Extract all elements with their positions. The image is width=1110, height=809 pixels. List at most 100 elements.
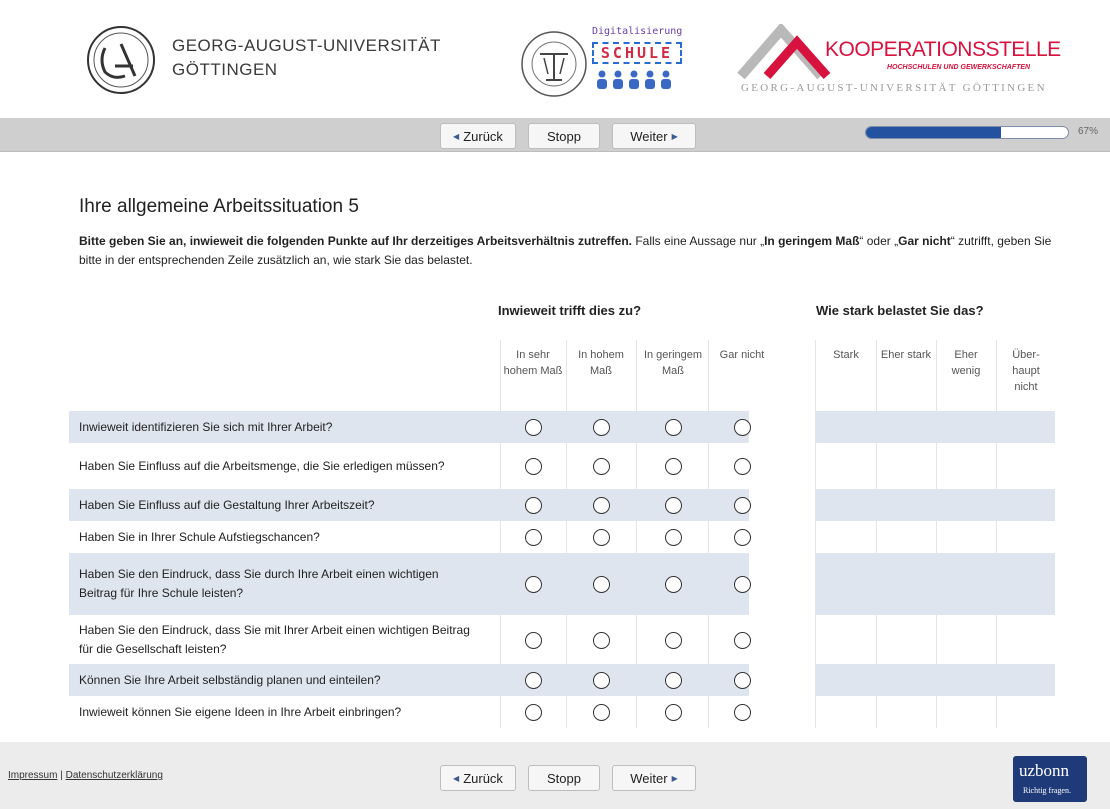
group-heading-applicability: Inwieweit trifft dies zu? bbox=[498, 303, 642, 318]
stop-button[interactable]: Stopp bbox=[528, 123, 600, 149]
answer-radio[interactable] bbox=[593, 672, 610, 689]
column-header-burden: Eher wenig bbox=[951, 349, 981, 377]
answer-radio[interactable] bbox=[665, 529, 682, 546]
footer-stop-button[interactable]: Stopp bbox=[528, 765, 600, 791]
progress-percent: 67% bbox=[1078, 126, 1099, 137]
kooperationsstelle-logo: KOOPERATIONSSTELLE HOCHSCHULEN UND GEWER… bbox=[737, 24, 1067, 104]
question-text: Inwieweit können Sie eigene Ideen in Ihr… bbox=[79, 704, 402, 719]
column-header-burden: Über-haupt nicht bbox=[1012, 349, 1040, 393]
university-name-line1: GEORG-AUGUST-UNIVERSITÄT bbox=[172, 36, 441, 55]
triangle-left-icon: ◀ bbox=[453, 131, 460, 141]
next-button[interactable]: Weiter ▶ bbox=[612, 123, 696, 149]
answer-radio[interactable] bbox=[593, 529, 610, 546]
triangle-left-icon: ◀ bbox=[453, 773, 460, 783]
answer-radio[interactable] bbox=[665, 704, 682, 721]
survey-content: Ihre allgemeine Arbeitssituation 5 Bitte… bbox=[0, 152, 1110, 742]
stop-button-label: Stopp bbox=[547, 128, 581, 144]
university-seal-logo bbox=[87, 26, 155, 94]
instructions: Bitte geben Sie an, inwieweit die folgen… bbox=[79, 232, 1069, 270]
page-title: Ihre allgemeine Arbeitssituation 5 bbox=[79, 196, 359, 217]
foundation-seal-logo bbox=[521, 31, 587, 97]
row-background bbox=[815, 411, 1055, 443]
column-header-applicability: In hohem Maß bbox=[578, 349, 624, 377]
uzbonn-logo-tagline: Richtig fragen. bbox=[1023, 786, 1071, 795]
row-background bbox=[815, 553, 1055, 615]
answer-radio[interactable] bbox=[525, 704, 542, 721]
next-button-label: Weiter bbox=[630, 128, 668, 144]
answer-radio[interactable] bbox=[593, 419, 610, 436]
answer-radio[interactable] bbox=[593, 576, 610, 593]
digital-logo-title: Digitalisierung bbox=[592, 26, 683, 37]
answer-radio[interactable] bbox=[525, 576, 542, 593]
back-button[interactable]: ◀ Zurück bbox=[440, 123, 516, 149]
column-header-applicability: In geringem Maß bbox=[643, 349, 703, 377]
question-text: Haben Sie Einfluss auf die Arbeitsmenge,… bbox=[79, 458, 445, 473]
footer-next-button[interactable]: Weiter ▶ bbox=[612, 765, 696, 791]
column-header-burden: Eher stark bbox=[880, 349, 932, 361]
answer-radio[interactable] bbox=[665, 497, 682, 514]
answer-radio[interactable] bbox=[593, 458, 610, 475]
answer-radio[interactable] bbox=[734, 631, 751, 649]
triangle-right-icon: ▶ bbox=[671, 773, 678, 783]
answer-radio[interactable] bbox=[734, 672, 751, 689]
answer-radio[interactable] bbox=[734, 576, 751, 593]
question-text: Haben Sie Einfluss auf die Gestaltung Ih… bbox=[79, 497, 375, 512]
question-text: Inwieweit identifizieren Sie sich mit Ih… bbox=[79, 419, 333, 434]
answer-radio[interactable] bbox=[734, 497, 751, 514]
answer-radio[interactable] bbox=[593, 631, 610, 649]
answer-radio[interactable] bbox=[734, 419, 751, 436]
progress-bar-fill bbox=[866, 127, 1002, 138]
privacy-link[interactable]: Datenschutzerklärung bbox=[66, 770, 163, 781]
answer-radio[interactable] bbox=[665, 631, 682, 649]
row-background bbox=[815, 489, 1055, 521]
answer-radio[interactable] bbox=[593, 497, 610, 514]
answer-radio[interactable] bbox=[525, 458, 542, 475]
question-text: Haben Sie in Ihrer Schule Aufstiegschanc… bbox=[79, 529, 320, 544]
answer-radio[interactable] bbox=[665, 576, 682, 593]
footer-separator: | bbox=[60, 770, 63, 781]
digital-logo-word: SCHULE bbox=[592, 42, 682, 64]
answer-radio[interactable] bbox=[734, 458, 751, 475]
koop-title: KOOPERATIONSSTELLE bbox=[825, 38, 1061, 61]
group-heading-burden: Wie stark belastet Sie das? bbox=[816, 303, 984, 318]
instructions-bold: Bitte geben Sie an, inwieweit die folgen… bbox=[79, 234, 632, 248]
footer-back-button[interactable]: ◀ Zurück bbox=[440, 765, 516, 791]
answer-radio[interactable] bbox=[665, 458, 682, 475]
column-header-burden: Stark bbox=[833, 349, 859, 361]
university-name-line2: GÖTTINGEN bbox=[172, 60, 278, 79]
footer-stop-button-label: Stopp bbox=[547, 770, 581, 786]
koop-subtitle: HOCHSCHULEN UND GEWERKSCHAFTEN bbox=[887, 64, 1031, 71]
instructions-bold3: Gar nicht bbox=[898, 234, 951, 248]
answer-radio[interactable] bbox=[665, 672, 682, 689]
footer-back-button-label: Zurück bbox=[463, 770, 503, 786]
digitalisierung-schule-logo: Digitalisierung SCHULE bbox=[588, 26, 688, 98]
answer-radio[interactable] bbox=[525, 631, 542, 649]
answer-radio[interactable] bbox=[525, 497, 542, 514]
progress-bar bbox=[865, 126, 1069, 139]
people-icon bbox=[597, 70, 671, 89]
uzbonn-logo-word: uzbonn bbox=[1019, 761, 1070, 780]
row-background bbox=[815, 664, 1055, 696]
question-text: Haben Sie den Eindruck, dass Sie durch I… bbox=[79, 567, 439, 600]
triangle-right-icon: ▶ bbox=[671, 131, 678, 141]
instructions-text1: Falls eine Aussage nur „ bbox=[632, 234, 765, 248]
answer-radio[interactable] bbox=[525, 529, 542, 546]
answer-radio[interactable] bbox=[525, 419, 542, 436]
column-header-applicability: In sehr hohem Maß bbox=[503, 349, 563, 377]
back-button-label: Zurück bbox=[463, 128, 503, 144]
header: GEORG-AUGUST-UNIVERSITÄT GÖTTINGEN Digit… bbox=[0, 0, 1110, 118]
question-text: Können Sie Ihre Arbeit selbständig plane… bbox=[79, 672, 381, 687]
impressum-link[interactable]: Impressum bbox=[8, 770, 57, 781]
question-text: Haben Sie den Eindruck, dass Sie mit Ihr… bbox=[79, 622, 470, 656]
instructions-text2: “ oder „ bbox=[859, 234, 899, 248]
footer-links: Impressum | Datenschutzerklärung bbox=[8, 770, 163, 781]
uzbonn-logo: uzbonn Richtig fragen. bbox=[1013, 756, 1087, 802]
footer-next-button-label: Weiter bbox=[630, 770, 668, 786]
answer-radio[interactable] bbox=[734, 529, 751, 546]
answer-radio[interactable] bbox=[525, 672, 542, 689]
answer-radio[interactable] bbox=[593, 704, 610, 721]
instructions-bold2: In geringem Maß bbox=[764, 234, 860, 248]
answer-radio[interactable] bbox=[734, 704, 751, 721]
university-name: GEORG-AUGUST-UNIVERSITÄT GÖTTINGEN bbox=[172, 34, 441, 82]
answer-radio[interactable] bbox=[665, 419, 682, 436]
